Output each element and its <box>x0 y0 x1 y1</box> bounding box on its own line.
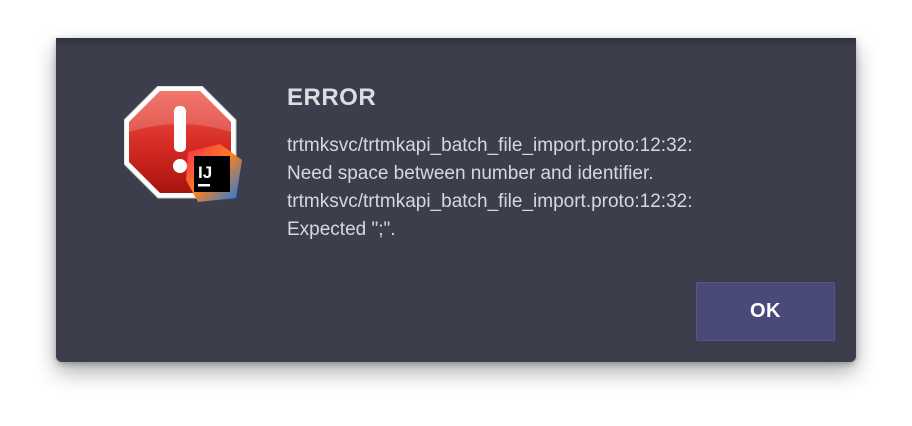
message-line: trtmksvc/trtmkapi_batch_file_import.prot… <box>287 135 693 156</box>
ok-button[interactable]: OK <box>696 282 835 341</box>
dialog-title: ERROR <box>287 84 377 111</box>
message-line: Need space between number and identifier… <box>287 163 654 184</box>
message-line: trtmksvc/trtmkapi_batch_file_import.prot… <box>287 191 693 212</box>
intellij-badge-text: IJ <box>198 163 212 182</box>
dialog-top-edge <box>56 38 856 48</box>
message-line: Expected ";". <box>287 219 396 240</box>
stop-alert-icon: IJ <box>123 85 248 210</box>
error-dialog: IJ ERROR trtmksvc/trtmkapi_batch_file_im… <box>56 38 856 362</box>
error-message: trtmksvc/trtmkapi_batch_file_import.prot… <box>287 132 827 244</box>
